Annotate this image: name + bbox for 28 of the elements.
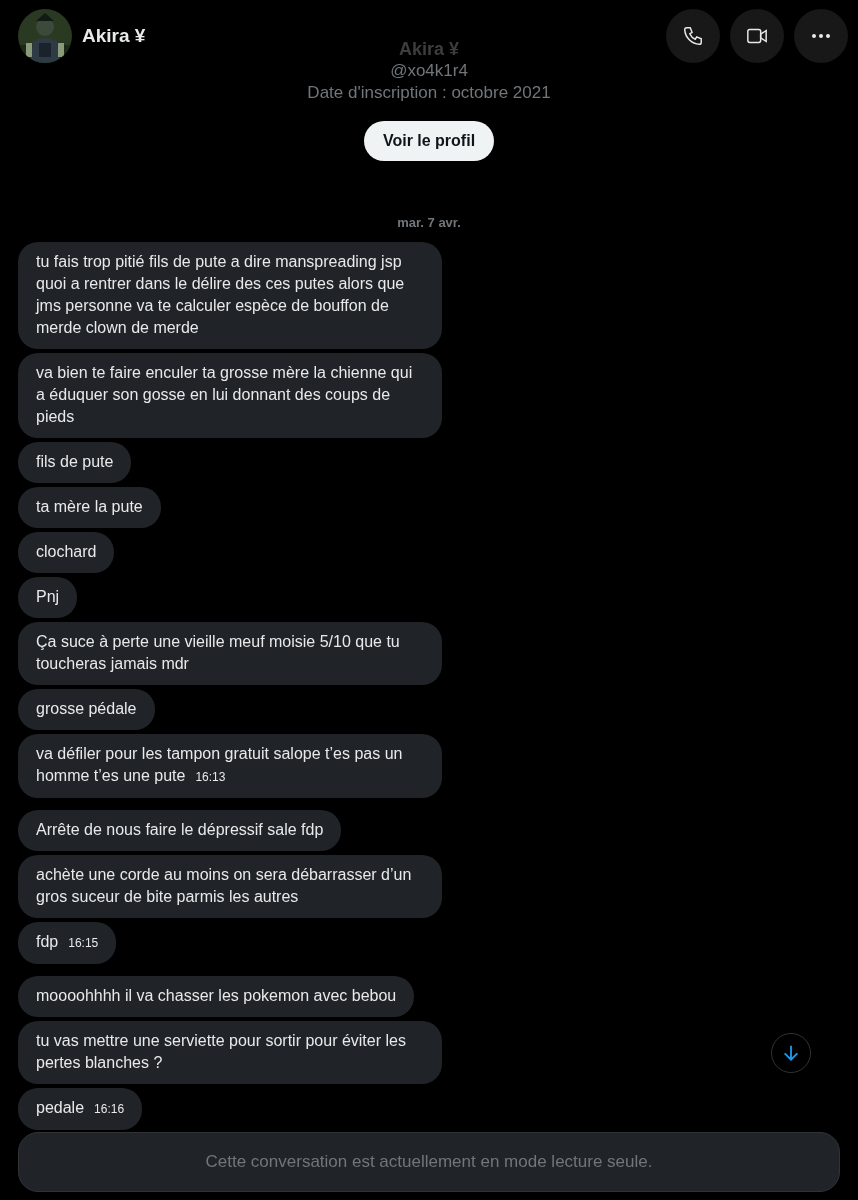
message-bubble: achète une corde au moins on sera débarrasser d’un gros suceur de bite parmis les autres xyxy=(18,855,442,918)
message-bubble: va défiler pour les tampon gratuit salope t’es pas un homme t’es une pute 16:13 xyxy=(18,734,442,798)
message-bubble: Pnj xyxy=(18,577,78,618)
user-handle: @xo4k1r4 xyxy=(390,60,468,82)
timestamp: 16:13 xyxy=(195,769,226,786)
profile-name: Akira ¥ xyxy=(398,39,459,60)
join-date: Date d'inscription : octobre 2021 xyxy=(307,82,551,104)
message-bubble: va bien te faire enculer ta grosse mère la chienne qui a éduquer son gosse en lui donnant des coups de pieds xyxy=(18,353,442,438)
date-separator: mar. 7 avr. xyxy=(397,215,461,230)
phone-icon[interactable] xyxy=(666,9,720,63)
timestamp: 16:16 xyxy=(94,1101,125,1118)
message-bubble: tu vas mettre une serviette pour sortir pour éviter les pertes blanches ? xyxy=(18,1021,442,1084)
message-bubble: moooohhhh il va chasser les pokemon avec bebou xyxy=(18,976,415,1017)
message-bubble: fils de pute xyxy=(18,442,132,483)
message-bubble: tu fais trop pitié fils de pute a dire manspreading jsp quoi a rentrer dans le délire des ces putes alors que jms personne va te calculer espèce de bouffon de merde clown de merde xyxy=(18,242,442,349)
view-profile-button[interactable]: Voir le profil xyxy=(363,121,495,161)
video-camera-icon[interactable] xyxy=(730,9,784,63)
message-bubble: Arrête de nous faire le dépressif sale fdp xyxy=(18,810,342,851)
message-bubble: pedale 16:16 xyxy=(18,1088,143,1130)
contact-name: Akira ¥ xyxy=(82,25,146,47)
message-bubble: grosse pédale xyxy=(18,689,155,730)
scroll-down-icon[interactable] xyxy=(771,1033,811,1073)
message-bubble: fdp 16:15 xyxy=(18,922,117,964)
message-bubble: Ça suce à perte une vieille meuf moisie 5/10 que tu toucheras jamais mdr xyxy=(18,622,442,685)
message-bubble: clochard xyxy=(18,532,115,573)
message-bubble: ta mère la pute xyxy=(18,487,161,528)
read-only-notice: Cette conversation est actuellement en mode lecture seule. xyxy=(205,1152,653,1172)
timestamp: 16:15 xyxy=(68,935,99,952)
